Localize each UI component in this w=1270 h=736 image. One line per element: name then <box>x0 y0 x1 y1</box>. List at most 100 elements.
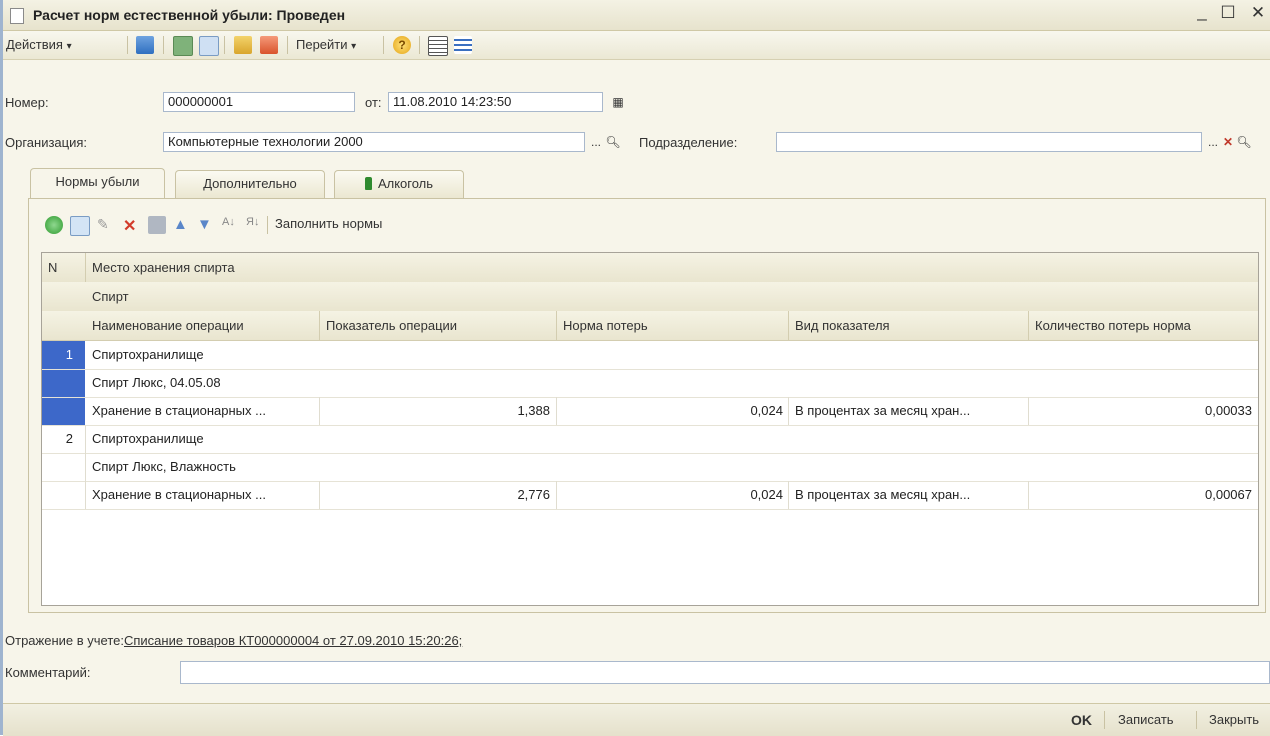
kind-cell[interactable]: В процентах за месяц хран... <box>789 397 1028 425</box>
document-window: Расчет норм естественной убыли: Проведен… <box>0 0 1270 736</box>
post-document-icon[interactable] <box>136 36 154 54</box>
accounting-label-text: Отражение в учете: <box>5 633 124 648</box>
column-header-storage[interactable]: Место хранения спирта <box>86 253 1256 282</box>
table-row[interactable]: Спирт Люкс, 04.05.08 <box>42 369 1258 398</box>
row-number: 1 <box>65 347 73 362</box>
toolbar-separator <box>267 216 268 234</box>
column-header-loss[interactable]: Количество потерь норма <box>1029 311 1257 340</box>
help-icon[interactable]: ? <box>393 36 411 54</box>
goto-menu[interactable]: Перейти ▾ <box>296 35 356 55</box>
date-label: от: <box>365 95 382 110</box>
actions-menu-label: Действия <box>6 37 63 52</box>
ok-button[interactable]: OK <box>1071 712 1092 728</box>
table-header-row: Наименование операции Показатель операци… <box>42 311 1258 341</box>
button-separator <box>1196 711 1197 729</box>
spirit-cell[interactable]: Спирт Люкс, 04.05.08 <box>86 369 1256 397</box>
tab-alcohol[interactable]: Алкоголь <box>334 170 464 198</box>
table-row[interactable]: 1 Спиртохранилище <box>42 341 1258 370</box>
toolbar-separator <box>287 36 288 54</box>
indicator-cell[interactable]: 1,388 <box>320 397 556 425</box>
open-department-icon[interactable]: 🔍︎ <box>1235 132 1253 152</box>
organization-field[interactable]: Компьютерные технологии 2000 <box>163 132 585 152</box>
toolbar-separator <box>224 36 225 54</box>
sort-asc-icon[interactable]: A↓ <box>222 216 240 234</box>
operation-cell[interactable]: Хранение в стационарных ... <box>86 397 319 425</box>
main-toolbar: Действия ▾ Перейти ▾ ? <box>3 31 1270 60</box>
select-organization-button[interactable]: ... <box>587 132 605 152</box>
toolbar-separator <box>127 36 128 54</box>
window-title: Расчет норм естественной убыли: Проведен <box>33 7 346 23</box>
indicator-cell[interactable]: 2,776 <box>320 481 556 509</box>
tab-additional[interactable]: Дополнительно <box>175 170 325 198</box>
maximize-button[interactable]: ☐ <box>1217 3 1239 23</box>
table-row[interactable]: 2 Спиртохранилище <box>42 425 1258 454</box>
number-label: Номер: <box>5 95 49 110</box>
comment-field[interactable] <box>180 661 1270 684</box>
accounting-document-link[interactable]: Списание товаров КТ000000004 от 27.09.20… <box>124 633 462 648</box>
norms-table: N Место хранения спирта Спирт Наименован… <box>41 252 1259 606</box>
fill-norms-button[interactable]: Заполнить нормы <box>275 214 382 234</box>
loss-cell[interactable]: 0,00067 <box>1029 481 1258 509</box>
toolbar-separator <box>163 36 164 54</box>
tab-loss-norms[interactable]: Нормы убыли <box>30 168 165 199</box>
tab-label: Дополнительно <box>203 176 297 191</box>
refresh-icon[interactable] <box>173 36 193 56</box>
column-header-kind[interactable]: Вид показателя <box>789 311 1029 340</box>
open-organization-icon[interactable]: 🔍︎ <box>604 132 622 152</box>
column-header-n[interactable]: N <box>42 253 85 282</box>
title-bar[interactable]: Расчет норм естественной убыли: Проведен… <box>3 0 1270 31</box>
chevron-down-icon: ▾ <box>66 41 72 52</box>
copy-document-icon[interactable] <box>199 36 219 56</box>
norm-cell[interactable]: 0,024 <box>557 397 789 425</box>
toolbar-separator <box>419 36 420 54</box>
kind-cell[interactable]: В процентах за месяц хран... <box>789 481 1028 509</box>
department-label: Подразделение: <box>639 135 738 150</box>
copy-row-icon[interactable] <box>70 216 90 236</box>
toolbar-separator <box>383 36 384 54</box>
department-field[interactable] <box>776 132 1202 152</box>
minimize-button[interactable]: _ <box>1191 2 1213 22</box>
calendar-icon[interactable]: ▦ <box>609 92 627 112</box>
column-header-operation[interactable]: Наименование операции <box>86 311 319 340</box>
table-row[interactable]: Хранение в стационарных ... 2,776 0,024 … <box>42 481 1258 510</box>
hierarchy-icon[interactable] <box>454 36 472 54</box>
end-edit-icon[interactable] <box>148 216 166 234</box>
close-window-button[interactable]: ✕ <box>1247 3 1269 23</box>
structure-icon[interactable] <box>260 36 278 54</box>
bottle-icon <box>364 177 372 190</box>
close-button[interactable]: Закрыть <box>1209 712 1259 727</box>
tab-label: Нормы убыли <box>55 174 140 189</box>
add-row-icon[interactable] <box>45 216 63 234</box>
row-number: 2 <box>65 431 73 446</box>
table-row[interactable]: Хранение в стационарных ... 1,388 0,024 … <box>42 397 1258 426</box>
organization-label: Организация: <box>5 135 88 150</box>
column-header-spirit[interactable]: Спирт <box>86 282 1256 311</box>
date-field[interactable]: 11.08.2010 14:23:50 <box>388 92 603 112</box>
based-on-icon[interactable] <box>234 36 252 54</box>
list-view-icon[interactable] <box>428 36 448 56</box>
table-header-row: Спирт <box>42 282 1258 312</box>
number-field[interactable]: 000000001 <box>163 92 355 112</box>
table-row[interactable]: Спирт Люкс, Влажность <box>42 453 1258 482</box>
accounting-label: Отражение в учете:Списание товаров КТ000… <box>5 633 462 648</box>
loss-cell[interactable]: 0,00033 <box>1029 397 1258 425</box>
chevron-down-icon: ▾ <box>351 41 357 52</box>
footer-bar: OK Записать Закрыть <box>3 703 1270 736</box>
button-separator <box>1104 711 1105 729</box>
column-header-norm[interactable]: Норма потерь <box>557 311 793 340</box>
storage-cell[interactable]: Спиртохранилище <box>86 425 1256 453</box>
delete-row-icon[interactable]: ✕ <box>123 216 141 235</box>
actions-menu[interactable]: Действия ▾ <box>6 35 72 55</box>
norm-cell[interactable]: 0,024 <box>557 481 789 509</box>
table-header-row: N Место хранения спирта <box>42 253 1258 340</box>
move-up-icon[interactable]: ▲ <box>173 216 191 234</box>
storage-cell[interactable]: Спиртохранилище <box>86 341 1256 369</box>
goto-menu-label: Перейти <box>296 37 348 52</box>
spirit-cell[interactable]: Спирт Люкс, Влажность <box>86 453 1256 481</box>
operation-cell[interactable]: Хранение в стационарных ... <box>86 481 319 509</box>
move-down-icon[interactable]: ▼ <box>197 216 215 234</box>
save-button[interactable]: Записать <box>1118 712 1174 727</box>
sort-desc-icon[interactable]: Я↓ <box>246 216 264 234</box>
edit-row-icon[interactable]: ✎ <box>97 216 115 234</box>
column-header-indicator[interactable]: Показатель операции <box>320 311 556 340</box>
